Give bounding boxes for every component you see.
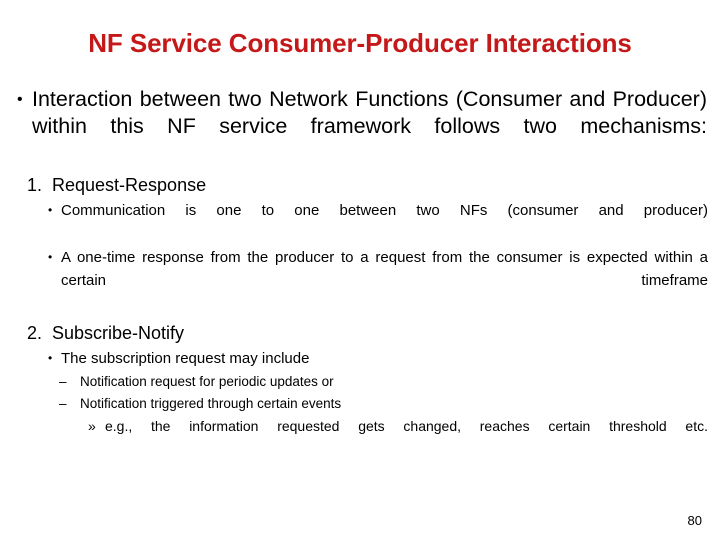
mechanism-1-point-2-text: A one-time response from the producer to… xyxy=(61,249,708,289)
mechanism-2-example-text: e.g., the information requested gets cha… xyxy=(105,418,708,434)
mechanism-1-point-1: • Communication is one to one between two… xyxy=(0,199,720,245)
mechanism-2-subpoint-1-text: Notification request for periodic update… xyxy=(80,374,334,389)
mechanism-2-point-1-text: The subscription request may include xyxy=(61,350,310,367)
bullet-dash-icon: – xyxy=(59,374,67,389)
list-item-mechanism-2: 2. Subscribe-Notify xyxy=(0,321,720,346)
bullet-dot-icon: • xyxy=(17,91,23,108)
page-number: 80 xyxy=(687,513,702,528)
slide-body: • Interaction between two Network Functio… xyxy=(0,86,720,459)
mechanism-2-subpoint-2: – Notification triggered through certain … xyxy=(0,393,720,414)
list-item-mechanism-1: 1. Request-Response xyxy=(0,173,720,198)
bullet-dot-icon: • xyxy=(48,203,53,217)
bullet-dash-icon: – xyxy=(59,396,67,411)
mechanism-2-heading: Subscribe-Notify xyxy=(52,323,185,343)
bullet-guillemet-icon: » xyxy=(88,418,96,434)
mechanism-1-point-1-text: Communication is one to one between two … xyxy=(61,202,708,219)
mechanism-1-heading: Request-Response xyxy=(52,175,207,195)
mechanism-1-point-2: • A one-time response from the producer t… xyxy=(0,246,720,315)
mechanism-2-subpoint-2-text: Notification triggered through certain e… xyxy=(80,396,342,411)
mechanism-2-point-1: • The subscription request may include xyxy=(0,347,720,370)
slide-canvas: NF Service Consumer-Producer Interaction… xyxy=(0,0,720,540)
page-title: NF Service Consumer-Producer Interaction… xyxy=(88,28,632,58)
list-number-2: 2. xyxy=(27,323,43,343)
bullet-dot-icon: • xyxy=(48,351,53,365)
list-number-1: 1. xyxy=(27,175,43,195)
intro-bullet: • Interaction between two Network Functio… xyxy=(0,86,720,167)
bullet-dot-icon: • xyxy=(48,250,53,264)
intro-text: Interaction between two Network Function… xyxy=(32,87,707,138)
mechanism-2-example: » e.g., the information requested gets ch… xyxy=(0,415,720,459)
mechanism-2-subpoint-1: – Notification request for periodic updat… xyxy=(0,371,720,392)
